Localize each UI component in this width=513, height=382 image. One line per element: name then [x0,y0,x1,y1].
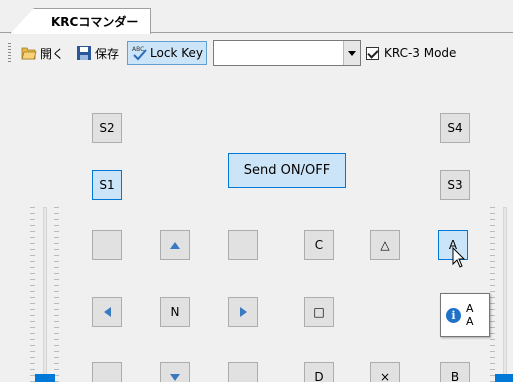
d-label: D [314,370,324,382]
square-button[interactable]: □ [304,297,334,327]
tab-label: KRCコマンダー [51,15,139,29]
slider-track[interactable] [43,207,47,382]
lock-key-button[interactable]: ABC Lock Key [127,41,207,65]
c-button[interactable]: C [304,230,334,260]
s3-button[interactable]: S3 [440,170,470,200]
cross-button[interactable]: × [370,362,400,382]
slider-ticks [490,207,495,382]
c-label: C [314,238,324,252]
s1-button[interactable]: S1 [92,170,122,200]
s1-label: S1 [99,178,115,192]
checkbox-checked-icon[interactable] [365,46,379,60]
chevron-down-icon[interactable] [342,41,360,65]
s3-label: S3 [447,178,463,192]
krc3-mode-label: KRC-3 Mode [383,46,457,60]
right-trigger-slider[interactable] [490,207,513,382]
n-button[interactable]: N [160,297,190,327]
folder-open-icon [21,47,37,60]
open-button[interactable]: 開く [17,41,68,65]
down-button[interactable] [160,362,190,382]
cross-icon: × [379,370,391,382]
n-label: N [170,305,180,319]
tab-strip: KRCコマンダー [0,0,513,34]
info-icon: i [446,307,461,323]
blank-button-2[interactable] [228,230,258,260]
arrow-left-icon [103,307,111,317]
spell-check-icon: ABC [132,46,147,61]
krc3-mode-checkbox[interactable]: KRC-3 Mode [365,46,457,60]
triangle-icon: △ [380,238,390,252]
svg-text:ABC: ABC [132,46,144,53]
tooltip-line-2: A [466,315,474,328]
slider-ticks [30,207,35,382]
mouse-pointer-icon [452,247,466,268]
lock-key-label: Lock Key [150,46,203,60]
tooltip-text: A A [466,302,474,328]
blank-button-1[interactable] [92,230,122,260]
s4-button[interactable]: S4 [440,113,470,143]
right-button[interactable] [228,297,258,327]
slider-ticks [54,207,59,382]
arrow-up-icon [170,241,180,249]
blank-button-4[interactable] [228,362,258,382]
slider-track[interactable] [503,207,507,382]
open-label: 開く [40,46,65,61]
command-combobox[interactable] [212,40,361,66]
left-trigger-slider[interactable] [30,207,60,382]
triangle-button[interactable]: △ [370,230,400,260]
d-button[interactable]: D [304,362,334,382]
s4-label: S4 [447,121,463,135]
b-label: B [450,370,460,382]
save-button[interactable]: 保存 [72,41,123,65]
send-on-off-button[interactable]: Send ON/OFF [228,153,346,188]
s2-button[interactable]: S2 [92,113,122,143]
tooltip: i A A [440,293,490,337]
slider-thumb[interactable] [35,374,55,382]
tooltip-line-1: A [466,302,474,315]
left-button[interactable] [92,297,122,327]
blank-button-3[interactable] [92,362,122,382]
save-disk-icon [77,46,92,60]
send-label: Send ON/OFF [243,163,331,178]
slider-thumb[interactable] [495,374,513,382]
square-icon: □ [313,305,325,319]
save-label: 保存 [95,46,120,61]
controller-panel: S2 S1 S4 S3 Send ON/OFF C △ A N □ D × B [0,73,513,382]
toolbar-grip[interactable] [8,43,11,63]
arrow-down-icon [170,373,180,381]
up-button[interactable] [160,230,190,260]
toolbar: 開く 保存 ABC Lock Key KRC-3 Mode [0,34,513,72]
tab-krc-commander[interactable]: KRCコマンダー [10,8,152,34]
b-button[interactable]: B [440,362,470,382]
arrow-right-icon [239,307,247,317]
s2-label: S2 [99,121,115,135]
